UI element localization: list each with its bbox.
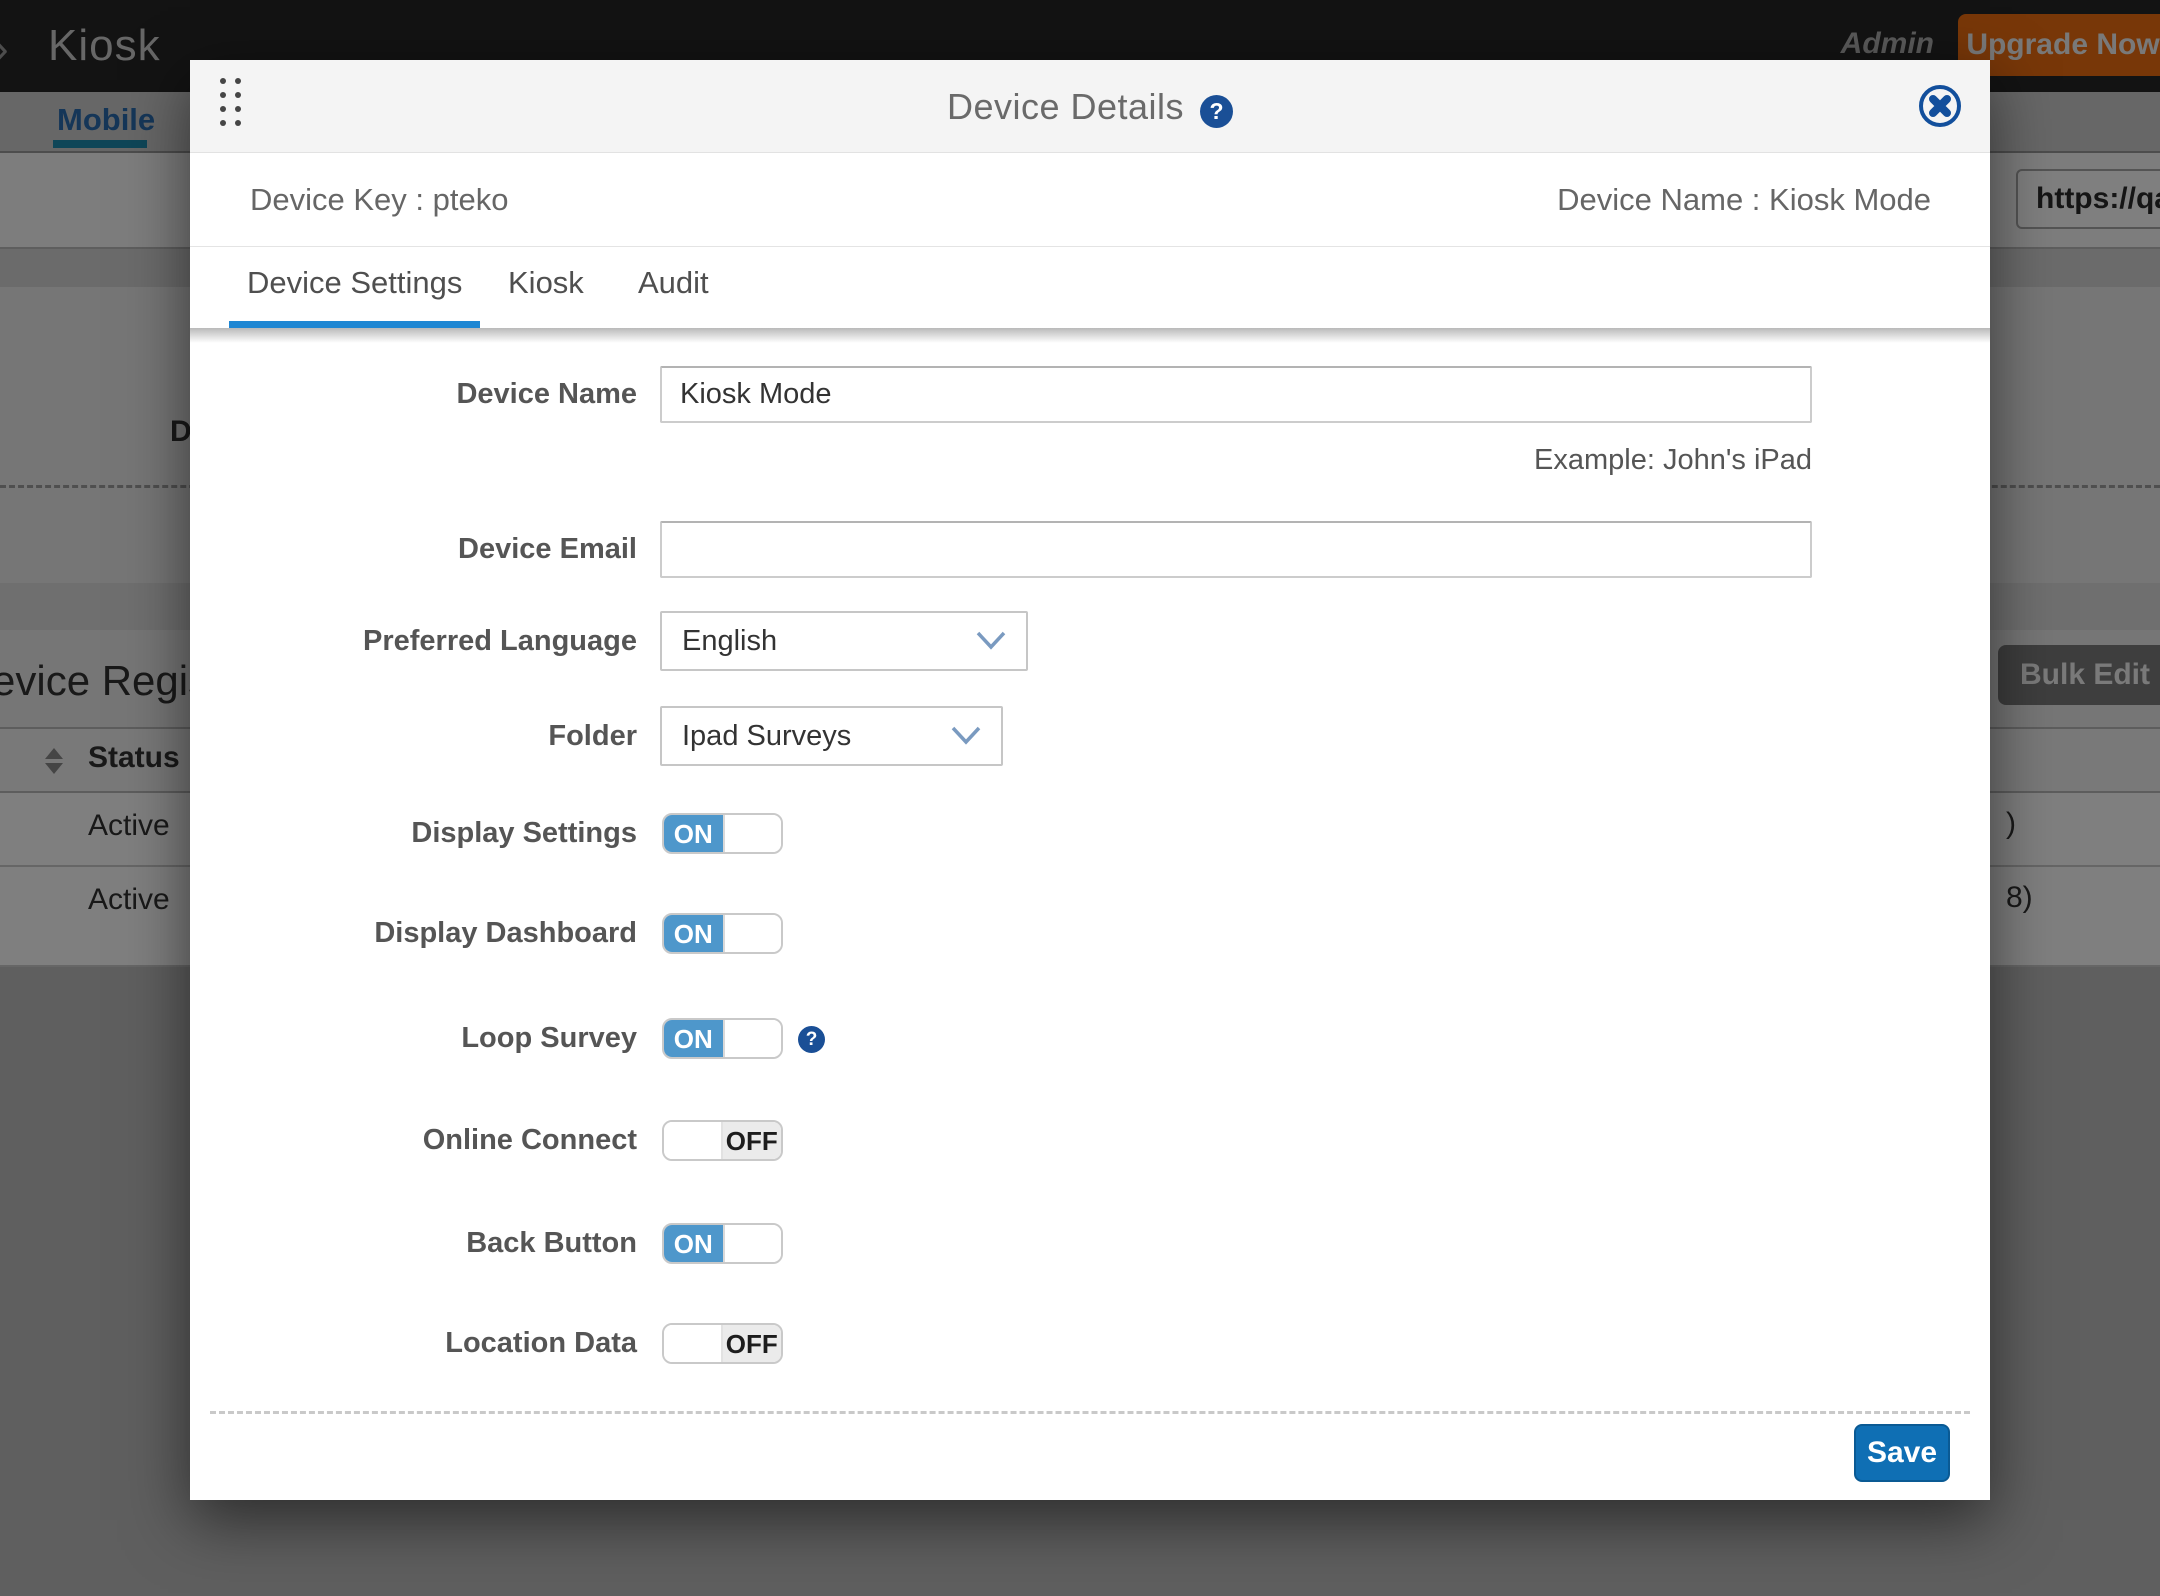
device-name-field-label: Device Name — [190, 366, 637, 423]
loop-survey-toggle[interactable]: ON — [662, 1018, 783, 1059]
modal-tabs: Device Settings Kiosk Audit — [190, 247, 1990, 328]
back-button-label: Back Button — [190, 1223, 637, 1264]
chevron-down-icon — [974, 629, 1008, 653]
save-button[interactable]: Save — [1854, 1424, 1950, 1482]
screen: › Kiosk Admin Upgrade Now Mobile https:/… — [0, 0, 2160, 1596]
preferred-language-value: English — [682, 613, 777, 669]
display-settings-label: Display Settings — [190, 813, 637, 854]
close-icon[interactable] — [1916, 82, 1964, 130]
toggle-state-label: OFF — [723, 1325, 782, 1362]
device-details-modal: Device Details? Device Key : pteko Devic… — [190, 60, 1990, 1500]
toggle-knob — [723, 1020, 782, 1057]
help-icon[interactable]: ? — [1200, 95, 1233, 128]
back-button-toggle[interactable]: ON — [662, 1223, 783, 1264]
display-dashboard-label: Display Dashboard — [190, 913, 637, 954]
preferred-language-field-label: Preferred Language — [190, 611, 637, 671]
chevron-down-icon — [949, 724, 983, 748]
loop-survey-help-icon[interactable]: ? — [798, 1026, 825, 1053]
display-dashboard-toggle[interactable]: ON — [662, 913, 783, 954]
toggle-knob — [723, 1225, 782, 1262]
modal-title: Device Details — [947, 86, 1184, 127]
tab-audit[interactable]: Audit — [620, 247, 727, 328]
display-settings-toggle[interactable]: ON — [662, 813, 783, 854]
tab-kiosk[interactable]: Kiosk — [490, 247, 602, 328]
toggle-knob — [723, 815, 782, 852]
online-connect-label: Online Connect — [190, 1120, 637, 1161]
tab-shadow — [190, 328, 1990, 343]
folder-value: Ipad Surveys — [682, 708, 851, 764]
toggle-state-label: ON — [664, 1225, 723, 1262]
online-connect-toggle[interactable]: OFF — [662, 1120, 783, 1161]
location-data-toggle[interactable]: OFF — [662, 1323, 783, 1364]
toggle-state-label: ON — [664, 915, 723, 952]
location-data-label: Location Data — [190, 1323, 637, 1364]
device-key-row: Device Key : pteko Device Name : Kiosk M… — [190, 154, 1990, 247]
device-key-label: Device Key : pteko — [250, 154, 508, 246]
folder-select[interactable]: Ipad Surveys — [660, 706, 1003, 766]
toggle-knob — [664, 1325, 723, 1362]
toggle-knob — [723, 915, 782, 952]
tab-device-settings[interactable]: Device Settings — [229, 247, 480, 328]
modal-header[interactable]: Device Details? — [190, 60, 1990, 153]
device-email-field-label: Device Email — [190, 521, 637, 578]
device-email-input[interactable] — [660, 521, 1812, 578]
preferred-language-select[interactable]: English — [660, 611, 1028, 671]
toggle-state-label: ON — [664, 1020, 723, 1057]
toggle-state-label: OFF — [723, 1122, 782, 1159]
folder-field-label: Folder — [190, 706, 637, 766]
loop-survey-label: Loop Survey — [190, 1018, 637, 1059]
device-name-hint: Example: John's iPad — [660, 444, 1812, 477]
toggle-state-label: ON — [664, 815, 723, 852]
footer-divider — [210, 1411, 1970, 1414]
device-name-label: Device Name : Kiosk Mode — [1557, 154, 1931, 246]
device-name-input[interactable] — [660, 366, 1812, 423]
toggle-knob — [664, 1122, 723, 1159]
